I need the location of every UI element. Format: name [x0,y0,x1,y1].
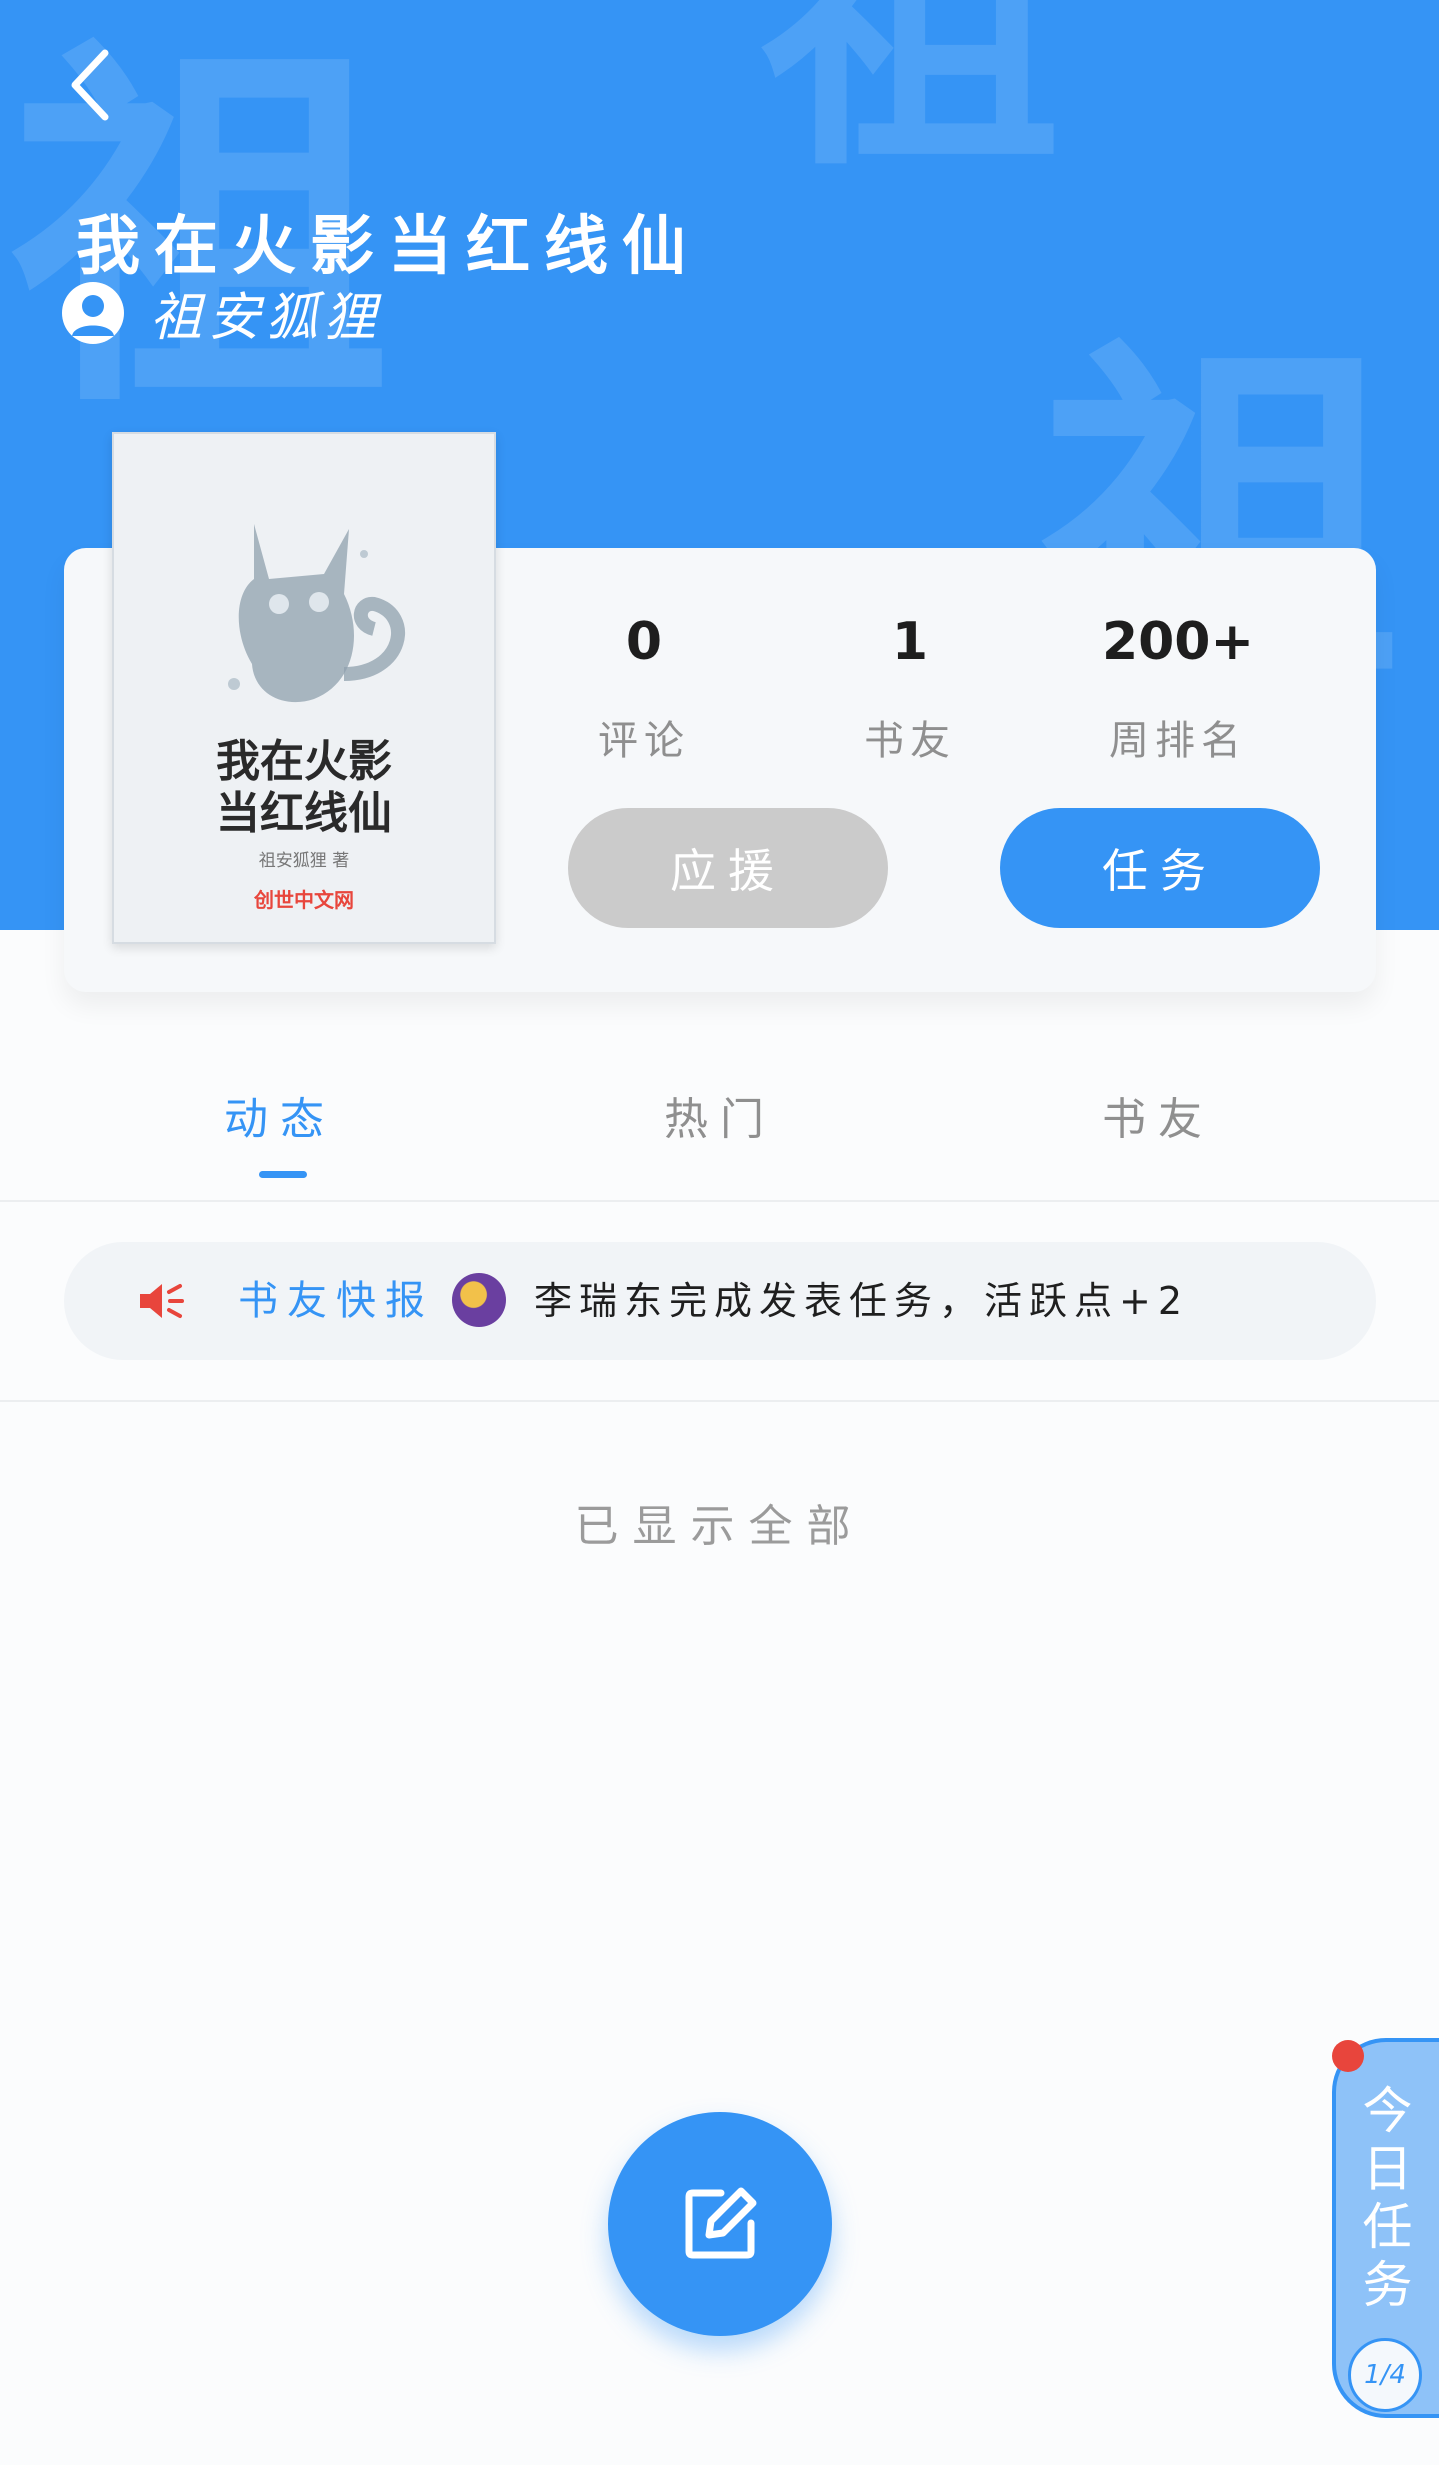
stat-weekly-rank[interactable]: 200+ 周排名 [1078,616,1278,766]
tab-bar: 动态 热门 书友 [0,1080,1439,1200]
news-title: 书友快报 [238,1278,434,1324]
back-button[interactable] [50,40,130,130]
divider [0,1400,1439,1402]
stat-label: 周排名 [1109,718,1247,764]
book-cover[interactable]: 我在火影 当红线仙 祖安狐狸 著 创世中文网 [112,432,496,944]
divider [0,1200,1439,1202]
daily-task-progress: 1/4 [1348,2338,1422,2412]
daily-task-label: 今日任务 [1362,2082,1413,2314]
stat-comments[interactable]: 0 评论 [544,616,744,766]
stat-value: 200+ [1101,612,1255,672]
task-button[interactable]: 任务 [1000,808,1320,928]
news-user-avatar [452,1273,506,1327]
user-avatar-icon [62,281,124,344]
cover-title-line2: 当红线仙 [216,788,392,839]
watermark-glyph: 祖 [760,0,1060,206]
tab-popular[interactable]: 热门 [600,1080,840,1190]
tab-readers[interactable]: 书友 [1038,1080,1278,1190]
author-link[interactable]: 祖安狐狸 [62,275,382,350]
stat-value: 0 [625,612,663,672]
news-text: 李瑞东完成发表任务，活跃点+2 [534,1279,1190,1323]
reader-news-ticker[interactable]: 书友快报 李瑞东完成发表任务，活跃点+2 [64,1242,1376,1360]
back-arrow-icon [71,49,109,121]
stat-value: 1 [891,612,929,672]
support-button[interactable]: 应援 [568,808,888,928]
stat-label: 书友 [864,718,956,764]
book-title: 我在火影当红线仙 [76,210,700,284]
cover-title-line1: 我在火影 [216,736,392,787]
cover-author: 祖安狐狸 著 [258,851,350,871]
active-tab-indicator [259,1171,307,1178]
notification-dot [1332,2040,1364,2072]
end-of-list-text: 已显示全部 [574,1501,865,1552]
author-name: 祖安狐狸 [150,288,383,348]
cat-illustration-icon [228,524,405,703]
daily-task-widget[interactable]: 今日任务 1/4 [1332,2038,1439,2418]
stat-readers[interactable]: 1 书友 [810,616,1010,766]
stat-label: 评论 [598,718,690,764]
cover-publisher-logo: 创世中文网 [254,888,354,912]
compose-post-button[interactable] [608,2112,832,2336]
edit-icon [685,2187,757,2259]
speaker-icon [140,1284,184,1318]
